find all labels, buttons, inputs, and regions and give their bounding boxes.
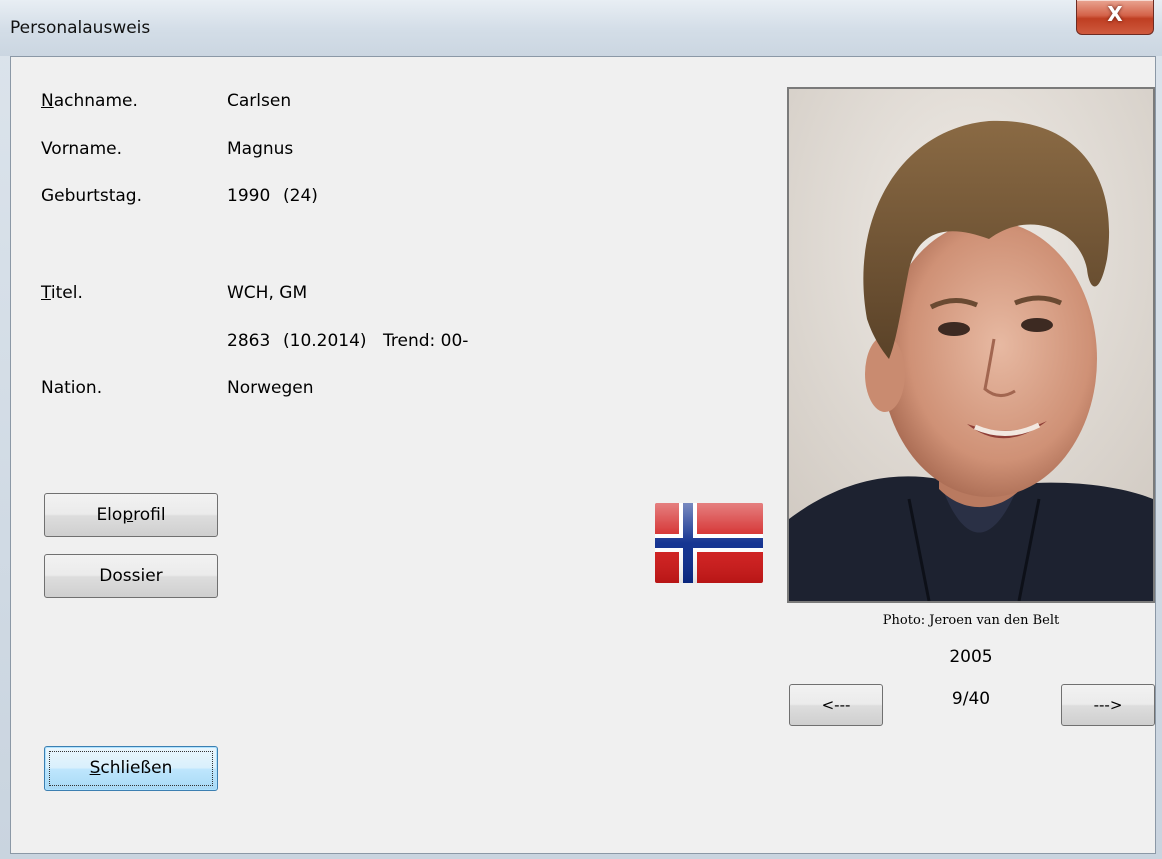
portrait-image: [789, 89, 1153, 601]
player-photo: [787, 87, 1155, 603]
nation-label: Nation.: [41, 378, 103, 398]
close-window-button[interactable]: X: [1076, 0, 1154, 35]
previous-photo-button[interactable]: <---: [789, 684, 883, 726]
titel-value: WCH, GM: [227, 283, 308, 303]
photo-credit: Photo: Jeroen van den Belt: [882, 613, 1060, 628]
window-title: Personalausweis: [10, 18, 151, 38]
vorname-label: Vorname.: [41, 139, 123, 159]
dialog-client-area: Nachname. Carlsen Vorname. Magnus Geburt…: [10, 56, 1156, 854]
nachname-value: Carlsen: [227, 91, 292, 111]
close-icon: X: [1107, 2, 1123, 26]
vorname-value: Magnus: [227, 139, 294, 159]
nachname-label: Nachname.: [41, 91, 138, 111]
photo-year: 2005: [949, 647, 993, 667]
geburtstag-year: 1990: [227, 186, 271, 206]
personalausweis-window: Personalausweis X Nachname. Carlsen Vorn…: [0, 0, 1162, 859]
elo-trend: Trend: 00-: [383, 331, 469, 351]
title-bar[interactable]: Personalausweis X: [0, 0, 1162, 56]
photo-counter: 9/40: [951, 689, 991, 709]
norway-flag-icon: [655, 503, 763, 583]
titel-label: Titel.: [41, 283, 83, 303]
elo-date: (10.2014): [283, 331, 367, 351]
geburtstag-label: Geburtstag.: [41, 186, 142, 206]
nation-value: Norwegen: [227, 378, 314, 398]
focus-rectangle: [49, 751, 213, 786]
elo-value: 2863: [227, 331, 271, 351]
geburtstag-age: (24): [283, 186, 318, 206]
dossier-button[interactable]: Dossier: [44, 554, 218, 598]
eloprofil-button[interactable]: Eloprofil: [44, 493, 218, 537]
next-photo-button[interactable]: --->: [1061, 684, 1155, 726]
schliessen-button[interactable]: Schließen: [44, 746, 218, 791]
